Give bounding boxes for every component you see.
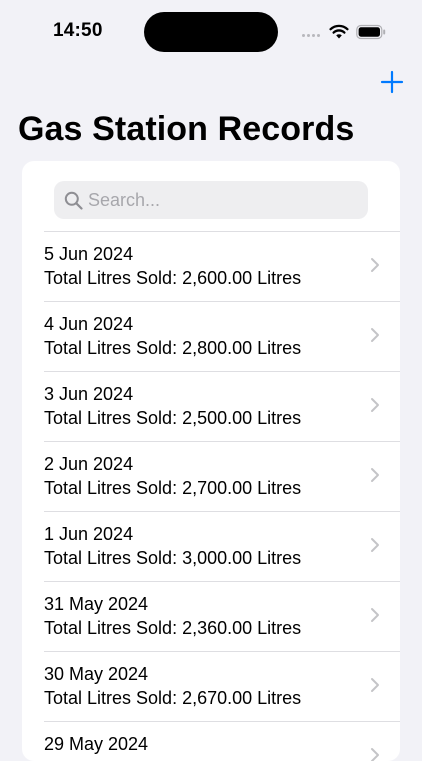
chevron-right-icon — [371, 468, 379, 482]
list-item[interactable]: 30 May 2024 Total Litres Sold: 2,670.00 … — [44, 651, 400, 721]
records-list: 5 Jun 2024 Total Litres Sold: 2,600.00 L… — [22, 231, 400, 761]
list-item[interactable]: 2 Jun 2024 Total Litres Sold: 2,700.00 L… — [44, 441, 400, 511]
status-time: 14:50 — [53, 20, 103, 41]
dynamic-island — [144, 12, 278, 52]
record-date: 29 May 2024 — [44, 734, 149, 754]
search-icon — [64, 191, 83, 210]
record-date: 1 Jun 2024 — [44, 524, 134, 544]
record-total: Total Litres Sold: 2,360.00 Litres — [44, 618, 302, 638]
record-total: Total Litres Sold: 2,700.00 Litres — [44, 478, 302, 498]
chevron-right-icon — [371, 258, 379, 272]
chevron-right-icon — [371, 398, 379, 412]
record-total: Total Litres Sold: 2,800.00 Litres — [44, 338, 302, 358]
list-item[interactable]: 5 Jun 2024 Total Litres Sold: 2,600.00 L… — [44, 231, 400, 301]
wifi-icon — [329, 24, 349, 39]
record-date: 5 Jun 2024 — [44, 244, 134, 264]
list-item[interactable]: 3 Jun 2024 Total Litres Sold: 2,500.00 L… — [44, 371, 400, 441]
list-item[interactable]: 1 Jun 2024 Total Litres Sold: 3,000.00 L… — [44, 511, 400, 581]
status-bar: 14:50 — [0, 0, 422, 60]
record-total: Total Litres Sold: 2,500.00 Litres — [44, 408, 302, 428]
list-item[interactable]: 29 May 2024 — [44, 721, 400, 761]
record-date: 2 Jun 2024 — [44, 454, 134, 474]
chevron-right-icon — [371, 608, 379, 622]
record-total: Total Litres Sold: 2,600.00 Litres — [44, 268, 302, 288]
list-item[interactable]: 4 Jun 2024 Total Litres Sold: 2,800.00 L… — [44, 301, 400, 371]
search-input[interactable] — [88, 181, 358, 219]
chevron-right-icon — [371, 538, 379, 552]
records-card: 5 Jun 2024 Total Litres Sold: 2,600.00 L… — [22, 161, 400, 761]
search-bar[interactable] — [54, 181, 368, 219]
record-total: Total Litres Sold: 2,670.00 Litres — [44, 688, 302, 708]
chevron-right-icon — [371, 748, 379, 761]
record-total: Total Litres Sold: 3,000.00 Litres — [44, 548, 302, 568]
chevron-right-icon — [371, 328, 379, 342]
battery-icon — [356, 24, 386, 40]
record-date: 30 May 2024 — [44, 664, 149, 684]
record-date: 4 Jun 2024 — [44, 314, 134, 334]
chevron-right-icon — [371, 678, 379, 692]
cellular-signal-icon — [302, 34, 324, 38]
page-title: Gas Station Records — [18, 110, 355, 148]
add-record-button[interactable] — [378, 68, 406, 96]
record-date: 3 Jun 2024 — [44, 384, 134, 404]
list-item[interactable]: 31 May 2024 Total Litres Sold: 2,360.00 … — [44, 581, 400, 651]
record-date: 31 May 2024 — [44, 594, 149, 614]
